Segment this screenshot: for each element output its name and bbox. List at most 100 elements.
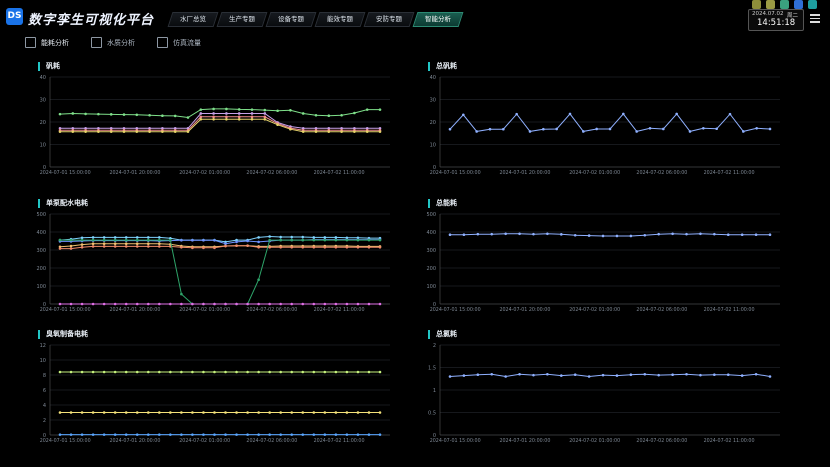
- data-point: [378, 238, 382, 242]
- data-point: [135, 433, 139, 436]
- data-point: [58, 238, 62, 242]
- data-point: [345, 302, 349, 306]
- data-point: [740, 233, 744, 236]
- data-point: [504, 232, 507, 236]
- data-point: [290, 238, 294, 242]
- nav-tab-energy[interactable]: 能效专题: [314, 12, 366, 27]
- data-point: [58, 370, 62, 374]
- data-point: [250, 115, 254, 119]
- y-tick-label: 500: [36, 212, 46, 218]
- data-point: [180, 238, 183, 242]
- series-line: [449, 373, 771, 378]
- data-point: [199, 112, 203, 115]
- data-point: [768, 375, 772, 378]
- data-point: [113, 370, 117, 374]
- data-point: [462, 374, 466, 377]
- data-point: [301, 411, 305, 414]
- data-point: [135, 242, 139, 245]
- data-point: [301, 235, 305, 239]
- data-point: [488, 127, 492, 131]
- data-point: [312, 302, 316, 306]
- subtab-simulated-flow[interactable]: 仿真流量: [157, 37, 201, 48]
- data-point: [257, 278, 260, 281]
- data-point: [573, 233, 577, 237]
- data-point: [323, 370, 327, 374]
- x-tick-label: 2024-07-01 20:00:00: [109, 438, 160, 444]
- data-point: [235, 411, 238, 414]
- subtab-water-quality[interactable]: 水质分析: [91, 37, 135, 48]
- data-point: [80, 236, 84, 240]
- time-text: 14:51:18: [757, 18, 796, 28]
- nav-tab-equipment[interactable]: 设备专题: [265, 12, 317, 27]
- nav-tab-label: 设备专题: [278, 15, 304, 23]
- power-icon[interactable]: [752, 0, 761, 9]
- subtab-energy-analysis[interactable]: 能耗分析: [25, 37, 69, 48]
- data-point: [237, 118, 241, 121]
- nav-tab-smart-analysis[interactable]: 智能分析: [412, 12, 464, 27]
- nav-tab-plant-overview[interactable]: 水厂总览: [167, 12, 219, 27]
- x-tick-label: 2024-07-01 20:00:00: [109, 170, 160, 176]
- data-point: [608, 127, 612, 131]
- data-point: [146, 238, 150, 242]
- data-point: [80, 302, 84, 306]
- data-point: [91, 433, 95, 436]
- data-point: [356, 370, 360, 374]
- data-point: [301, 130, 305, 133]
- data-point: [378, 108, 382, 111]
- data-point: [250, 108, 254, 111]
- data-point: [161, 114, 164, 117]
- datetime-box: 2024.07.02 周二 14:51:18: [748, 9, 804, 31]
- chart-icon: [157, 37, 168, 48]
- top-bar: DS 数字孪生可视化平台 水厂总览 生产专题 设备专题 能效专题 安防专题 智能…: [0, 0, 830, 33]
- data-point: [345, 411, 349, 414]
- data-point: [199, 108, 203, 111]
- data-point: [80, 433, 84, 436]
- data-point: [462, 233, 466, 236]
- app-icon[interactable]: [808, 0, 817, 9]
- y-tick-label: 4: [43, 403, 46, 409]
- data-point: [102, 245, 106, 248]
- data-point: [268, 235, 271, 238]
- data-point: [356, 433, 360, 436]
- module-icon[interactable]: [766, 0, 775, 9]
- y-tick-label: 20: [40, 120, 46, 126]
- data-point: [91, 302, 95, 306]
- nav-tab-security[interactable]: 安防专题: [363, 12, 415, 27]
- data-point: [169, 370, 172, 374]
- data-point: [378, 130, 382, 133]
- data-point: [345, 433, 349, 436]
- data-point: [713, 373, 716, 376]
- data-point: [113, 411, 117, 414]
- data-point: [301, 246, 305, 249]
- data-point: [312, 370, 316, 374]
- data-point: [146, 433, 150, 436]
- y-tick-label: 30: [40, 98, 46, 104]
- data-point: [246, 433, 249, 436]
- y-tick-label: 1: [433, 388, 436, 394]
- data-point: [124, 242, 128, 245]
- data-point: [146, 242, 150, 245]
- nav-tab-label: 能效专题: [327, 15, 353, 23]
- y-tick-label: 8: [43, 373, 46, 379]
- app-icon[interactable]: [780, 0, 789, 9]
- data-point: [334, 433, 338, 436]
- data-point: [365, 108, 369, 111]
- data-point: [102, 236, 106, 239]
- data-point: [754, 372, 758, 376]
- menu-icon[interactable]: [810, 14, 820, 23]
- data-point: [91, 370, 95, 374]
- x-tick-label: 2024-07-01 15:00:00: [40, 307, 91, 313]
- data-point: [113, 236, 117, 239]
- data-point: [237, 115, 241, 119]
- data-point: [213, 411, 216, 414]
- nav-tab-production[interactable]: 生产专题: [216, 12, 268, 27]
- y-tick-label: 400: [426, 230, 436, 236]
- panel-total-alum: 总矾耗 0 10 20 30 40 2024-07-01 15:00:00 2024-07-…: [424, 62, 794, 180]
- data-point: [643, 372, 647, 376]
- chart-total-alum: 0102030402024-07-01 15:00:00 2024-07-01 2…: [430, 75, 780, 176]
- data-point: [246, 411, 249, 414]
- data-point: [504, 375, 507, 378]
- data-point: [276, 109, 279, 113]
- app-icon[interactable]: [794, 0, 803, 9]
- data-point: [212, 112, 215, 115]
